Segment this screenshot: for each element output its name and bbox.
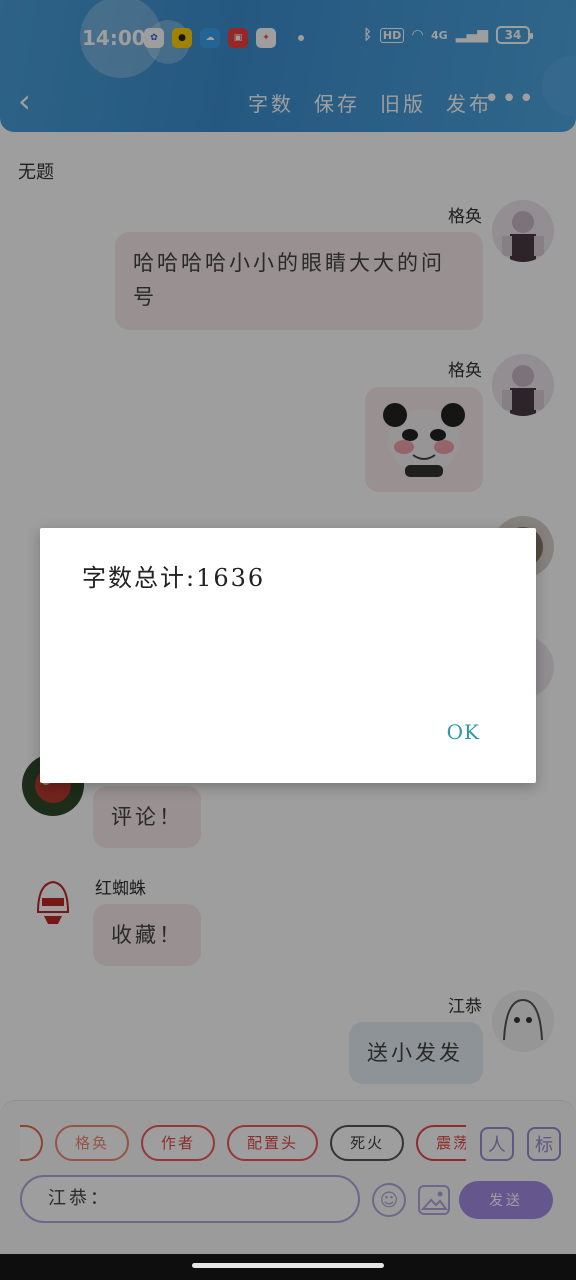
word-count-dialog: 字数总计:1636 OK [40,528,536,783]
home-indicator[interactable] [192,1263,384,1268]
dialog-message: 字数总计:1636 [82,564,266,592]
ok-button[interactable]: OK [447,720,480,744]
